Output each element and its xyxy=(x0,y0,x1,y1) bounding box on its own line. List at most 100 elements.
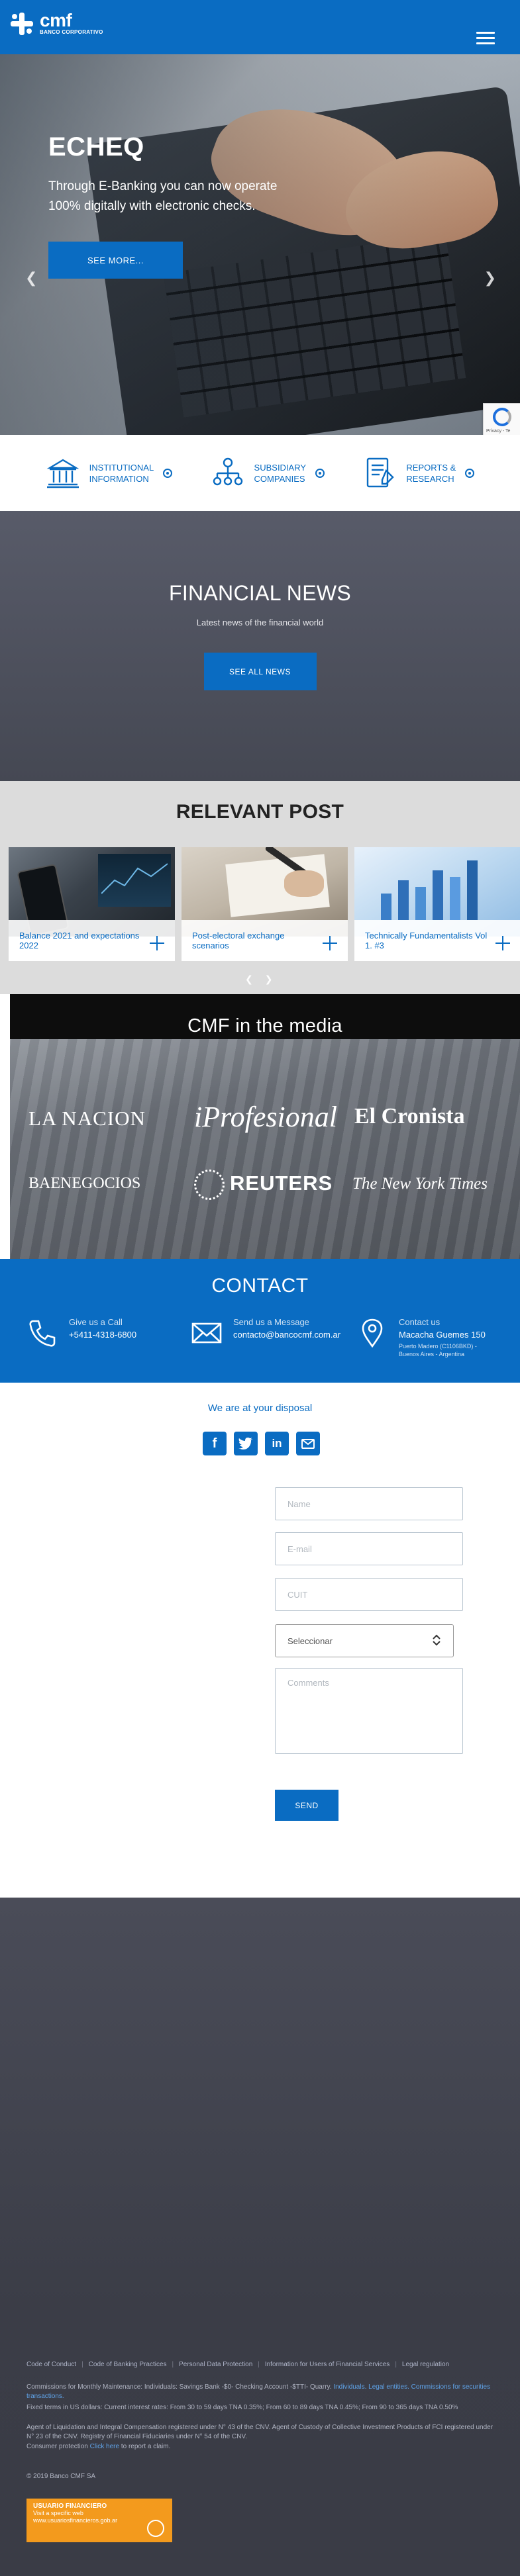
linkedin-icon[interactable]: in xyxy=(265,1432,289,1455)
social-links: f in xyxy=(203,1432,320,1455)
comments-placeholder: Comments xyxy=(287,1678,329,1688)
contact-message-value[interactable]: contacto@bancocmf.com.ar xyxy=(233,1330,340,1340)
quick-link-label: INFORMATION xyxy=(89,473,149,484)
badge-line: Visit a specific web xyxy=(33,2510,83,2516)
subject-select[interactable]: Seleccionar xyxy=(275,1624,454,1657)
media-logo-el-cronista[interactable]: El Cronista xyxy=(354,1104,465,1129)
hamburger-menu-icon[interactable] xyxy=(476,32,495,45)
badge-title: USUARIO FINANCIERO xyxy=(33,2503,107,2510)
contact-visit-label: Contact us xyxy=(399,1317,441,1327)
email-icon[interactable] xyxy=(296,1432,320,1455)
media-logo-la-nacion[interactable]: LA NACION xyxy=(28,1107,146,1130)
site-header: cmf BANCO CORPORATIVO xyxy=(0,0,520,54)
footer-link[interactable]: Personal Data Protection xyxy=(179,2361,252,2368)
hero-title: ECHEQ xyxy=(48,132,144,161)
hero-text: Through E-Banking you can now operate 10… xyxy=(48,179,278,213)
chevron-left-icon[interactable]: ❮ xyxy=(25,269,37,287)
contact-address[interactable]: Contact us Macacha Guemes 150 Puerto Mad… xyxy=(356,1317,486,1358)
cuit-field[interactable]: CUIT xyxy=(275,1578,463,1611)
quick-link-label: INSTITUTIONAL xyxy=(89,462,154,473)
copyright: © 2019 Banco CMF SA xyxy=(26,2473,96,2480)
usuario-financiero-badge[interactable]: USUARIO FINANCIERO Visit a specific web … xyxy=(26,2499,172,2542)
media-section: CMF in the media LA NACION iProfesional … xyxy=(0,994,520,1259)
badge-line: www.usuariosfinancieros.gob.ar xyxy=(33,2517,118,2524)
footer-text: to report a claim. xyxy=(119,2443,171,2450)
quick-link-label: COMPANIES xyxy=(254,473,305,484)
quick-link-institutional[interactable]: INSTITUTIONAL INFORMATION xyxy=(46,456,173,490)
email-field[interactable]: E-mail xyxy=(275,1532,463,1565)
contact-call-label: Give us a Call xyxy=(69,1317,123,1327)
plus-icon[interactable] xyxy=(150,936,164,950)
updown-chevron-icon xyxy=(432,1633,441,1649)
disposal-text: We are at your disposal xyxy=(207,1403,313,1414)
footer-consumer: Consumer protection Click here to report… xyxy=(26,2442,498,2452)
page: cmf BANCO CORPORATIVO ❮ ❯ ECHEQ Through … xyxy=(0,0,520,2576)
phone-icon xyxy=(26,1317,58,1349)
footer-links: Code of Conduct | Code of Banking Practic… xyxy=(26,2361,450,2368)
recaptcha-text: Privacy - Te xyxy=(486,429,511,434)
section-title: CMF in the media xyxy=(187,1015,342,1036)
financial-news-section: FINANCIAL NEWS Latest news of the financ… xyxy=(0,511,520,781)
logo-subtitle: BANCO CORPORATIVO xyxy=(40,29,103,35)
quick-link-label: SUBSIDIARY xyxy=(254,462,307,473)
logo-brand: cmf xyxy=(40,10,72,30)
section-title: RELEVANT POST xyxy=(176,801,344,823)
contact-visit-detail: Buenos Aires - Argentina xyxy=(399,1351,465,1357)
chevron-right-icon[interactable]: ❯ xyxy=(484,269,496,287)
plus-icon[interactable] xyxy=(495,936,510,950)
media-background: CMF in the media LA NACION iProfesional … xyxy=(10,994,520,1259)
comments-field[interactable]: Comments xyxy=(275,1668,463,1754)
reuters-logo-icon xyxy=(194,1170,225,1200)
org-chart-icon xyxy=(211,456,245,490)
name-field[interactable]: Name xyxy=(275,1487,463,1520)
section-title: FINANCIAL NEWS xyxy=(168,581,352,605)
section-subtitle: Latest news of the financial world xyxy=(196,618,324,627)
contact-form-section: We are at your disposal f in Name E-mail… xyxy=(0,1383,520,1899)
contact-visit-value: Macacha Guemes 150 xyxy=(399,1330,486,1340)
post-card[interactable]: Post-electoral exchange scenarios xyxy=(182,847,348,961)
see-all-news-button[interactable]: SEE ALL NEWS xyxy=(203,653,317,690)
recaptcha-badge[interactable]: Privacy - Te xyxy=(483,403,520,435)
circle-arrow-icon xyxy=(163,468,173,478)
facebook-icon[interactable]: f xyxy=(203,1432,227,1455)
quick-link-subsidiary[interactable]: SUBSIDIARY COMPANIES xyxy=(211,456,325,490)
media-logo-reuters[interactable]: REUTERS xyxy=(230,1172,333,1195)
footer-link[interactable]: Code of Conduct xyxy=(26,2361,76,2368)
hero-slider: ❮ ❯ ECHEQ Through E-Banking you can now … xyxy=(0,54,520,435)
footer-link[interactable]: Information for Users of Financial Servi… xyxy=(265,2361,390,2368)
post-card[interactable]: Technically Fundamentalists Vol 1. #3 xyxy=(354,847,520,961)
contact-visit-detail: Puerto Madero (C1106BKD) - xyxy=(399,1343,477,1350)
contact-section: CONTACT Give us a Call +5411-4318-6800 S… xyxy=(0,1259,520,1383)
footer-text: Consumer protection xyxy=(26,2443,90,2450)
post-card[interactable]: Balance 2021 and expectations 2022 xyxy=(9,847,175,961)
send-button[interactable]: SEND xyxy=(275,1790,338,1821)
contact-call[interactable]: Give us a Call +5411-4318-6800 xyxy=(26,1317,136,1349)
chevron-right-icon[interactable]: ❯ xyxy=(265,974,273,985)
media-logo-nytimes[interactable]: The New York Times xyxy=(352,1175,488,1193)
twitter-icon[interactable] xyxy=(234,1432,258,1455)
footer-link[interactable]: Legal regulation xyxy=(402,2361,449,2368)
plus-icon[interactable] xyxy=(323,936,337,950)
footer-commissions: Commissions for Monthly Maintenance: Ind… xyxy=(26,2383,498,2401)
contact-message[interactable]: Send us a Message contacto@bancocmf.com.… xyxy=(191,1317,340,1349)
footer-rates: Fixed terms in US dollars: Current inter… xyxy=(26,2404,458,2411)
logo-icon xyxy=(11,12,33,35)
logo[interactable]: cmf BANCO CORPORATIVO xyxy=(11,10,103,35)
section-title: CONTACT xyxy=(211,1275,309,1297)
footer-text: Commissions for Monthly Maintenance: Ind… xyxy=(26,2383,334,2391)
quick-link-reports[interactable]: REPORTS & RESEARCH xyxy=(362,456,475,490)
media-logo-baenegocios[interactable]: BAENEGOCIOS xyxy=(28,1175,140,1193)
see-more-button[interactable]: SEE MORE... xyxy=(48,242,183,279)
document-report-icon xyxy=(362,456,397,490)
relevant-post-section: RELEVANT POST Balance 2021 and expectati… xyxy=(0,781,520,994)
map-pin-icon xyxy=(356,1317,388,1349)
recaptcha-icon xyxy=(492,408,511,426)
bank-building-icon xyxy=(46,456,80,490)
footer-link[interactable]: Code of Banking Practices xyxy=(89,2361,167,2368)
chevron-left-icon[interactable]: ❮ xyxy=(245,974,253,985)
footer-agents: Agent of Liquidation and Integral Compen… xyxy=(26,2424,494,2440)
media-logo-iprofesional[interactable]: iProfesional xyxy=(194,1100,337,1134)
contact-call-value[interactable]: +5411-4318-6800 xyxy=(69,1330,136,1340)
quick-links: INSTITUTIONAL INFORMATION SUBSIDIARY COM… xyxy=(0,435,520,511)
footer-link[interactable]: Click here xyxy=(90,2443,119,2450)
